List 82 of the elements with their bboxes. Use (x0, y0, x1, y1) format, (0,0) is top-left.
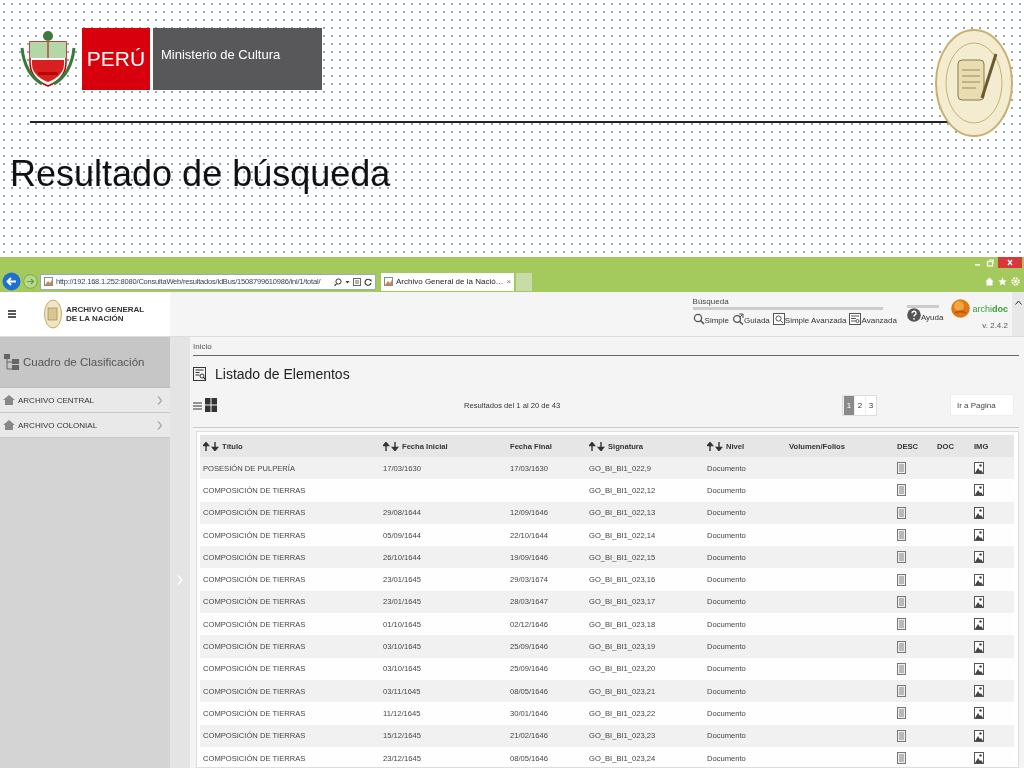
image-icon[interactable] (974, 462, 984, 475)
slide-title: Resultado de búsqueda (10, 153, 391, 195)
tree-icon (4, 354, 19, 370)
document-icon[interactable] (897, 729, 906, 742)
document-icon[interactable] (897, 551, 906, 564)
document-icon[interactable] (897, 529, 906, 542)
image-icon[interactable] (974, 506, 984, 519)
browser-tab[interactable]: Archivo General de la Nació… × (381, 272, 515, 291)
sort-arrows-icon[interactable] (383, 441, 399, 451)
back-icon[interactable] (2, 272, 21, 291)
breadcrumb-link[interactable]: Inicio (193, 342, 1019, 356)
seal-icon (44, 299, 62, 329)
sidebar-item[interactable]: ARCHIVO COLONIAL (0, 413, 170, 438)
page-button[interactable]: 2 (854, 395, 865, 415)
document-icon[interactable] (897, 484, 906, 497)
divider-bar (906, 305, 939, 308)
scroll-up-icon[interactable] (1014, 300, 1022, 305)
product-name: archidoc (972, 303, 1008, 314)
page-icon (384, 277, 393, 286)
image-icon[interactable] (974, 573, 984, 586)
list-view-icon[interactable] (193, 400, 202, 410)
page-button[interactable]: 3 (865, 395, 876, 415)
document-icon[interactable] (897, 662, 906, 675)
star-icon[interactable] (998, 277, 1007, 286)
refresh-icon[interactable] (364, 277, 372, 286)
image-icon[interactable] (974, 729, 984, 742)
search-icon[interactable] (334, 277, 342, 286)
search-section-label: Búsqueda (692, 297, 883, 310)
form-icon (849, 313, 862, 325)
search-link[interactable]: Avanzada (849, 313, 897, 325)
document-icon[interactable] (897, 707, 906, 720)
tab-close[interactable]: × (506, 277, 512, 286)
chevron-right-icon (157, 395, 162, 405)
help-icon (906, 308, 921, 322)
search-icon (692, 313, 705, 325)
ministry-label: Ministerio de Cultura (153, 28, 322, 90)
search-link[interactable]: Guiada (732, 313, 770, 325)
grid-view-icon[interactable] (205, 398, 217, 412)
image-icon[interactable] (974, 618, 984, 631)
tab-title: Archivo General de la Nació… (396, 277, 504, 286)
list-search-icon (193, 367, 207, 381)
menu-icon[interactable] (8, 310, 16, 318)
document-icon[interactable] (897, 595, 906, 608)
classification-header[interactable]: Cuadro de Clasificación (0, 337, 170, 388)
chevron-right-icon (157, 420, 162, 430)
search-link[interactable]: Simple Avanzada (772, 313, 847, 325)
document-icon[interactable] (897, 618, 906, 631)
document-icon[interactable] (897, 573, 906, 586)
country-label: PERÚ (82, 28, 150, 90)
coat-of-arms-icon (18, 28, 78, 90)
image-icon[interactable] (974, 662, 984, 675)
seal-icon (934, 28, 1014, 138)
document-icon[interactable] (897, 685, 906, 698)
image-icon[interactable] (974, 640, 984, 653)
sidebar-item[interactable]: ARCHIVO CENTRAL (0, 388, 170, 413)
image-icon[interactable] (974, 752, 984, 764)
document-icon[interactable] (897, 752, 906, 764)
close-icon[interactable] (998, 257, 1022, 268)
go-to-page-field[interactable]: Ir a Pagina (950, 394, 1014, 416)
compatibility-icon[interactable] (353, 277, 361, 286)
document-icon[interactable] (897, 506, 906, 519)
house-icon (3, 395, 15, 405)
help-link[interactable]: Ayuda (906, 308, 944, 322)
document-icon[interactable] (897, 640, 906, 653)
document-icon[interactable] (897, 462, 906, 475)
sort-arrows-icon[interactable] (203, 441, 219, 451)
version-label: v. 2.4.2 (982, 321, 1008, 330)
archive-logo-text: ARCHIVO GENERAL DE LA NACIÓN (66, 305, 145, 323)
image-icon[interactable] (974, 551, 984, 564)
page-heading: Listado de Elementos (215, 366, 350, 382)
page-icon (44, 277, 53, 286)
image-icon[interactable] (974, 685, 984, 698)
orb-logo-icon (951, 299, 971, 318)
simple-search-link[interactable]: Simple (692, 313, 729, 325)
image-icon[interactable] (974, 595, 984, 608)
house-icon (3, 420, 15, 430)
image-icon[interactable] (974, 484, 984, 497)
sort-arrows-icon[interactable] (707, 441, 723, 451)
framed-search-icon (772, 313, 785, 325)
image-icon[interactable] (974, 707, 984, 720)
image-icon[interactable] (974, 529, 984, 542)
sort-arrows-icon[interactable] (589, 441, 605, 451)
